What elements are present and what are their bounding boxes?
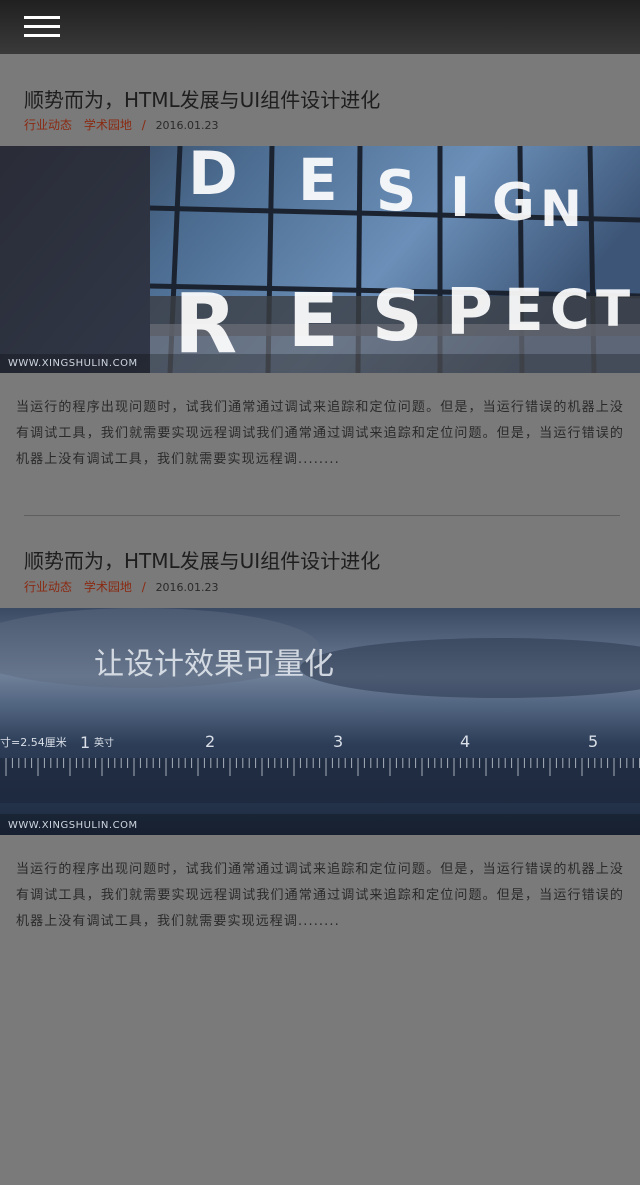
ruler-unit-label: 寸=2.54厘米 <box>0 735 67 749</box>
meta-separator: / <box>141 580 146 594</box>
article-excerpt: 当运行的程序出现问题时，试我们通常通过调试来追踪和定位问题。但是，当运行错误的机… <box>16 862 624 929</box>
image-letter: G <box>492 173 535 233</box>
image-letter: E <box>288 278 339 364</box>
article-title[interactable]: 顺势而为，HTML发展与UI组件设计进化 <box>24 84 380 113</box>
design-respect-photo: D E S I G N R E S P E C T <box>0 146 640 373</box>
menu-line <box>24 25 60 28</box>
ruler-mark: 4 <box>460 732 470 751</box>
tag-link[interactable]: 学术园地 <box>84 118 132 132</box>
ruler-mark: 2 <box>205 732 215 751</box>
article-excerpt: 当运行的程序出现问题时，试我们通常通过调试来追踪和定位问题。但是，当运行错误的机… <box>16 400 624 467</box>
meta-separator: / <box>141 118 146 132</box>
article-divider <box>24 515 620 516</box>
measurement-ruler-photo: 让设计效果可量化 寸=2.54厘米 1 英寸 2 3 4 5 <box>0 608 640 835</box>
ruler-unit: 英寸 <box>94 736 114 749</box>
image-watermark: WWW.XINGSHULIN.COM <box>8 358 138 369</box>
image-letter: T <box>596 280 630 338</box>
image-letter: E <box>298 146 338 214</box>
image-letter: P <box>446 276 493 350</box>
article-date: 2016.01.23 <box>155 119 219 132</box>
article-image[interactable]: D E S I G N R E S P E C T WWW.XINGSHULIN… <box>0 146 640 373</box>
image-letter: I <box>450 166 470 229</box>
article-title[interactable]: 顺势而为，HTML发展与UI组件设计进化 <box>24 545 380 574</box>
article-image[interactable]: 让设计效果可量化 寸=2.54厘米 1 英寸 2 3 4 5 WWW.XINGS… <box>0 608 640 835</box>
image-letter: C <box>550 278 590 341</box>
image-letter: E <box>504 276 544 344</box>
ruler-mark: 5 <box>588 732 598 751</box>
top-bar <box>0 0 640 54</box>
ruler-mark: 1 <box>80 733 90 752</box>
image-watermark: WWW.XINGSHULIN.COM <box>8 820 138 831</box>
image-letter: D <box>188 146 238 209</box>
image-letter: N <box>540 180 582 238</box>
hamburger-menu-icon[interactable] <box>24 16 60 38</box>
article-meta: 行业动态 学术园地 / 2016.01.23 <box>24 116 219 133</box>
article-date: 2016.01.23 <box>155 581 219 594</box>
ruler-mark: 3 <box>333 732 343 751</box>
tag-link[interactable]: 学术园地 <box>84 580 132 594</box>
menu-line <box>24 34 60 37</box>
menu-line <box>24 16 60 19</box>
tag-link[interactable]: 行业动态 <box>24 580 72 594</box>
tag-link[interactable]: 行业动态 <box>24 118 72 132</box>
image-headline: 让设计效果可量化 <box>94 647 334 682</box>
image-letter: S <box>372 275 422 357</box>
article-meta: 行业动态 学术园地 / 2016.01.23 <box>24 578 219 595</box>
image-letter: S <box>376 159 416 224</box>
